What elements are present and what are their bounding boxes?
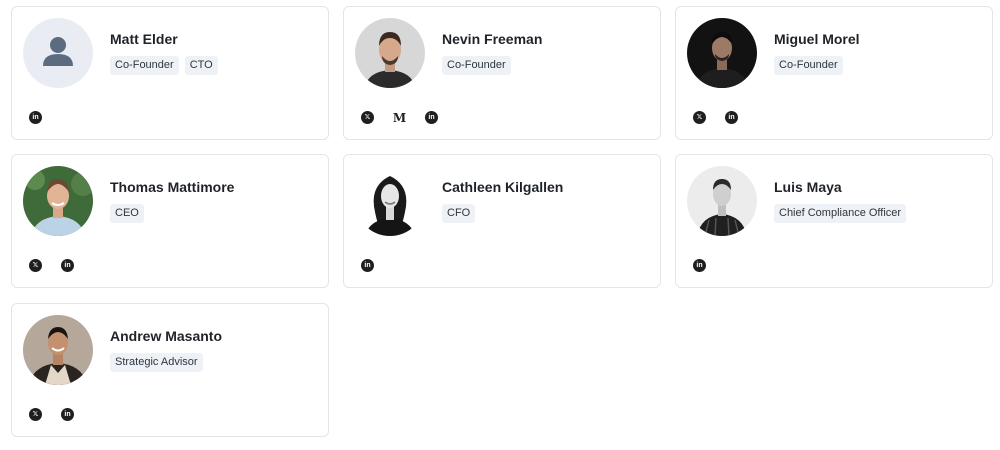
role-tag: Co-Founder (442, 56, 511, 75)
avatar (355, 166, 425, 236)
social-links: 𝕏 in (29, 259, 74, 272)
social-links: in (693, 259, 706, 272)
role-tag: CFO (442, 204, 476, 223)
linkedin-icon[interactable]: in (361, 259, 374, 272)
avatar (687, 166, 757, 236)
team-card: Andrew Masanto Strategic Advisor 𝕏 in (11, 303, 329, 437)
linkedin-icon[interactable]: in (425, 111, 438, 124)
role-tag: CTO (184, 56, 218, 75)
role-tag: Co-Founder (110, 56, 179, 75)
avatar (23, 315, 93, 385)
role-tags: CFO (442, 204, 476, 223)
linkedin-icon[interactable]: in (61, 259, 74, 272)
role-tag: Co-Founder (774, 56, 843, 75)
linkedin-icon[interactable]: in (61, 408, 74, 421)
team-card: Nevin Freeman Co-Founder 𝕏 M in (343, 6, 661, 140)
social-links: in (361, 259, 374, 272)
avatar (23, 166, 93, 236)
team-card: Thomas Mattimore CEO 𝕏 in (11, 154, 329, 288)
member-name: Miguel Morel (774, 31, 860, 47)
x-icon[interactable]: 𝕏 (361, 111, 374, 124)
role-tags: Co-Founder CTO (110, 56, 218, 75)
social-links: 𝕏 M in (361, 111, 438, 124)
team-grid: Matt Elder Co-Founder CTO in Nevin Freem… (0, 0, 1000, 450)
social-links: 𝕏 in (693, 111, 738, 124)
team-card: Cathleen Kilgallen CFO in (343, 154, 661, 288)
placeholder-person-icon (23, 18, 93, 88)
member-name: Thomas Mattimore (110, 179, 235, 195)
role-tag: Chief Compliance Officer (774, 204, 907, 223)
member-name: Cathleen Kilgallen (442, 179, 564, 195)
member-name: Luis Maya (774, 179, 842, 195)
avatar (355, 18, 425, 88)
role-tags: Co-Founder (774, 56, 843, 75)
x-icon[interactable]: 𝕏 (693, 111, 706, 124)
team-card: Miguel Morel Co-Founder 𝕏 in (675, 6, 993, 140)
role-tags: Strategic Advisor (110, 353, 203, 372)
linkedin-icon[interactable]: in (693, 259, 706, 272)
member-name: Matt Elder (110, 31, 178, 47)
team-card: Matt Elder Co-Founder CTO in (11, 6, 329, 140)
avatar (687, 18, 757, 88)
medium-icon[interactable]: M (393, 111, 406, 124)
social-links: in (29, 111, 42, 124)
social-links: 𝕏 in (29, 408, 74, 421)
role-tags: Co-Founder (442, 56, 511, 75)
x-icon[interactable]: 𝕏 (29, 259, 42, 272)
role-tags: Chief Compliance Officer (774, 204, 907, 223)
role-tag: Strategic Advisor (110, 353, 203, 372)
linkedin-icon[interactable]: in (725, 111, 738, 124)
member-name: Andrew Masanto (110, 328, 223, 344)
team-card: Luis Maya Chief Compliance Officer in (675, 154, 993, 288)
role-tag: CEO (110, 204, 144, 223)
role-tags: CEO (110, 204, 144, 223)
linkedin-icon[interactable]: in (29, 111, 42, 124)
member-name: Nevin Freeman (442, 31, 543, 47)
x-icon[interactable]: 𝕏 (29, 408, 42, 421)
